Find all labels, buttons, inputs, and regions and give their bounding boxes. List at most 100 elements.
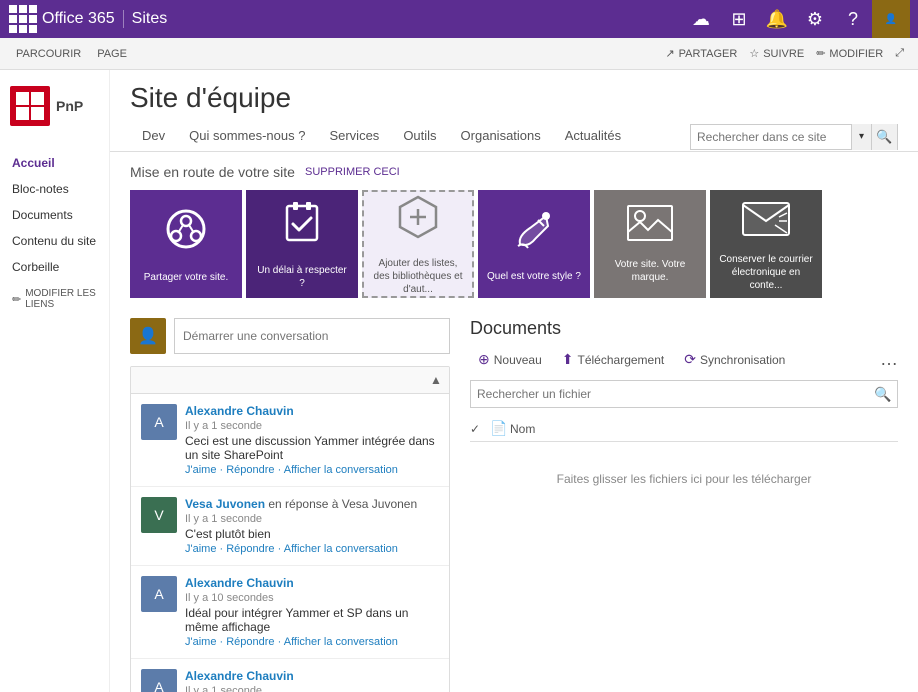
gear-icon[interactable]: ⚙ <box>796 0 834 38</box>
reply-link-3[interactable]: Répondre <box>226 636 274 648</box>
conv-author-4: Alexandre Chauvin <box>185 669 439 683</box>
docs-more-button[interactable]: … <box>880 349 898 370</box>
bell-icon[interactable]: 🔔 <box>758 0 796 38</box>
conv-body-4: Alexandre Chauvin Il y a 1 seconde Indee… <box>185 669 439 692</box>
edit-links-button[interactable]: ✏ MODIFIER LES LIENS <box>0 280 109 318</box>
sidebar-item-corbeille[interactable]: Corbeille <box>0 254 109 280</box>
docs-search-box: 🔍 <box>470 380 898 408</box>
two-col-layout: 👤 ▲ A Alexandre Chauvin Il <box>110 306 918 692</box>
sidebar-item-contenu[interactable]: Contenu du site <box>0 228 109 254</box>
site-title: Sites <box>132 10 168 28</box>
conv-time-1: Il y a 1 seconde <box>185 420 439 432</box>
collapse-conv-button[interactable]: ▲ <box>423 367 449 393</box>
conv-author-1: Alexandre Chauvin <box>185 404 439 418</box>
upload-icon: ⬆ <box>562 351 574 368</box>
documents-column: Documents ⊕ Nouveau ⬆ Téléchargement ⟳ S… <box>470 318 898 692</box>
conversation-list: ▲ A Alexandre Chauvin Il y a 1 seconde C… <box>130 366 450 692</box>
tile-courrier[interactable]: Conserver le courrier électronique en co… <box>710 190 822 298</box>
help-icon[interactable]: ? <box>834 0 872 38</box>
like-link-2[interactable]: J'aime <box>185 543 216 555</box>
plus-icon: ⊕ <box>478 351 490 368</box>
conversation-column: 👤 ▲ A Alexandre Chauvin Il <box>130 318 450 692</box>
tile-image-icon <box>626 204 674 252</box>
cloud-icon[interactable]: ☁ <box>682 0 720 38</box>
modifier-button[interactable]: ✏ MODIFIER <box>810 38 889 70</box>
page-button[interactable]: PAGE <box>89 38 135 70</box>
docs-file-type-icon: 📄 <box>490 420 510 437</box>
like-link-3[interactable]: J'aime <box>185 636 216 648</box>
conversation-input[interactable] <box>174 318 450 354</box>
user-avatar[interactable]: 👤 <box>872 0 910 38</box>
conv-author-suffix-2: en réponse à Vesa Juvonen <box>268 497 417 511</box>
reply-link-1[interactable]: Répondre <box>226 464 274 476</box>
docs-col-nom[interactable]: Nom <box>510 422 898 436</box>
content-area: Site d'équipe Dev Qui sommes-nous ? Serv… <box>110 70 918 692</box>
conv-avatar-3: A <box>141 576 177 612</box>
partager-button[interactable]: ↗ PARTAGER <box>659 38 743 70</box>
tile-style[interactable]: Quel est votre style ? <box>478 190 590 298</box>
view-link-1[interactable]: Afficher la conversation <box>284 464 398 476</box>
suppress-button[interactable]: SUPPRIMER CECI <box>305 166 400 178</box>
nav-item-qui[interactable]: Qui sommes-nous ? <box>177 122 317 151</box>
nav-item-actualites[interactable]: Actualités <box>553 122 633 151</box>
conv-text-3: Idéal pour intégrer Yammer et SP dans un… <box>185 606 439 634</box>
main-layout: PnP Accueil Bloc-notes Documents Contenu… <box>0 70 918 692</box>
suivre-button[interactable]: ☆ SUIVRE <box>743 38 810 70</box>
site-search-input[interactable] <box>691 130 851 144</box>
app-title: Office 365 <box>42 10 124 28</box>
conversation-scroll-area: A Alexandre Chauvin Il y a 1 seconde Cec… <box>131 394 449 692</box>
toolbar2: PARCOURIR PAGE ↗ PARTAGER ☆ SUIVRE ✏ MOD… <box>0 38 918 70</box>
sidebar-item-blocnotes[interactable]: Bloc-notes <box>0 176 109 202</box>
sidebar-nav: Accueil Bloc-notes Documents Contenu du … <box>0 150 109 280</box>
tile-check-icon <box>277 198 327 258</box>
search-dropdown-btn[interactable]: ▾ <box>851 124 871 150</box>
docs-search-submit[interactable]: 🔍 <box>869 380 897 408</box>
site-logo: PnP <box>0 78 109 142</box>
nav-item-outils[interactable]: Outils <box>391 122 448 151</box>
conv-entry-1: A Alexandre Chauvin Il y a 1 seconde Cec… <box>131 394 449 487</box>
getting-started-section: Mise en route de votre site SUPPRIMER CE… <box>110 152 918 306</box>
tile-ajouter[interactable]: Ajouter des listes, des bibliothèques et… <box>362 190 474 298</box>
sidebar-item-accueil[interactable]: Accueil <box>0 150 109 176</box>
nav-item-organisations[interactable]: Organisations <box>449 122 553 151</box>
tile-delai-label: Un délai à respecter ? <box>254 264 350 290</box>
docs-empty-message: Faites glisser les fichiers ici pour les… <box>470 442 898 516</box>
view-link-3[interactable]: Afficher la conversation <box>284 636 398 648</box>
search-submit-btn[interactable]: 🔍 <box>871 124 897 150</box>
nav-item-services[interactable]: Services <box>317 122 391 151</box>
documents-toolbar: ⊕ Nouveau ⬆ Téléchargement ⟳ Synchronisa… <box>470 347 898 372</box>
partager-icon: ↗ <box>665 47 674 60</box>
nav-item-dev[interactable]: Dev <box>130 122 177 151</box>
reply-link-2[interactable]: Répondre <box>226 543 274 555</box>
edit-icon: ✏ <box>816 47 825 60</box>
synchronisation-button[interactable]: ⟳ Synchronisation <box>676 347 793 372</box>
telechargement-button[interactable]: ⬆ Téléchargement <box>554 347 672 372</box>
conv-body-1: Alexandre Chauvin Il y a 1 seconde Ceci … <box>185 404 439 476</box>
parcourir-button[interactable]: PARCOURIR <box>8 38 89 70</box>
sidebar-item-documents[interactable]: Documents <box>0 202 109 228</box>
tile-marque[interactable]: Votre site. Votre marque. <box>594 190 706 298</box>
site-search-box: ▾ 🔍 <box>690 124 898 150</box>
site-title-heading: Site d'équipe <box>130 82 898 114</box>
logo-box <box>10 86 50 126</box>
docs-check-all[interactable]: ✓ <box>470 422 490 436</box>
conv-author-3: Alexandre Chauvin <box>185 576 439 590</box>
edit-links-icon: ✏ <box>12 293 21 306</box>
new-conversation-box: 👤 <box>130 318 450 354</box>
waffle-menu[interactable] <box>8 0 38 38</box>
view-link-2[interactable]: Afficher la conversation <box>284 543 398 555</box>
getting-started-title: Mise en route de votre site <box>130 164 295 180</box>
conv-actions-1: J'aime · Répondre · Afficher la conversa… <box>185 464 439 476</box>
tile-delai[interactable]: Un délai à respecter ? <box>246 190 358 298</box>
puzzle-icon[interactable]: ⊞ <box>720 0 758 38</box>
tile-partager[interactable]: Partager votre site. <box>130 190 242 298</box>
nouveau-button[interactable]: ⊕ Nouveau <box>470 347 550 372</box>
conv-text-1: Ceci est une discussion Yammer intégrée … <box>185 434 439 462</box>
expand-button[interactable]: ⤢ <box>889 38 910 70</box>
docs-search-input[interactable] <box>471 387 869 401</box>
conv-entry-3: A Alexandre Chauvin Il y a 10 secondes I… <box>131 566 449 659</box>
star-icon: ☆ <box>749 47 759 60</box>
conv-time-3: Il y a 10 secondes <box>185 592 439 604</box>
like-link-1[interactable]: J'aime <box>185 464 216 476</box>
conv-avatar-4: A <box>141 669 177 692</box>
